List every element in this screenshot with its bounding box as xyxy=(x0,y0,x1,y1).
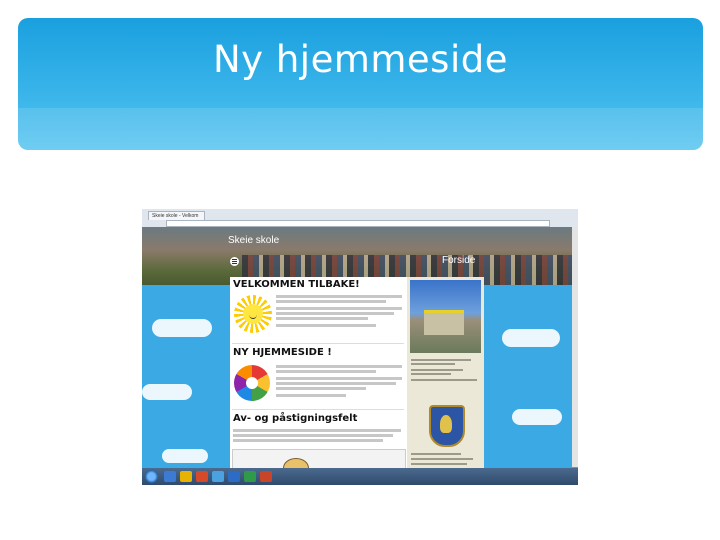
text-line xyxy=(276,317,368,320)
sidebar-text-line xyxy=(411,359,471,361)
divider xyxy=(232,409,404,410)
text-line xyxy=(276,387,366,390)
ie-icon xyxy=(212,471,224,482)
word-icon xyxy=(228,471,240,482)
content-area: VELKOMMEN TILBAKE! NY HJEMMESIDE ! Av- o… xyxy=(230,277,484,485)
main-column: VELKOMMEN TILBAKE! NY HJEMMESIDE ! Av- o… xyxy=(230,277,406,485)
section-heading-new-site: NY HJEMMESIDE ! xyxy=(233,347,332,358)
section-heading-welcome: VELKOMMEN TILBAKE! xyxy=(233,279,360,290)
address-bar xyxy=(166,220,550,227)
cloud-2 xyxy=(142,384,192,400)
browser-tab: Skeie skole - Velkom xyxy=(148,211,205,220)
text-line xyxy=(276,382,396,385)
text-line xyxy=(233,429,401,432)
title-band-sheen xyxy=(18,108,703,150)
website-screenshot: Skeie skole - Velkom Skeie skole Forside… xyxy=(142,209,578,485)
text-line xyxy=(276,300,386,303)
text-line xyxy=(276,295,402,298)
title-band: Ny hjemmeside xyxy=(18,18,703,150)
sun-icon xyxy=(234,295,272,333)
cloud-4 xyxy=(512,409,562,425)
sidebar-text-line xyxy=(411,369,463,371)
text-line xyxy=(276,324,376,327)
text-line xyxy=(276,377,402,380)
folder-icon xyxy=(180,471,192,482)
browser-toolbar: Skeie skole - Velkom xyxy=(142,209,578,228)
cloud-1 xyxy=(152,319,212,337)
colorful-logo-icon xyxy=(234,365,270,401)
cloud-5 xyxy=(162,449,208,463)
sidebar-text-line xyxy=(411,458,473,460)
text-line xyxy=(233,434,393,437)
site-name: Skeie skole xyxy=(228,235,280,246)
excel-icon xyxy=(244,471,256,482)
text-line xyxy=(276,307,402,310)
sidebar-text-line xyxy=(411,463,467,465)
section-heading-dropoff: Av- og påstigningsfelt xyxy=(233,413,358,424)
school-building xyxy=(424,310,464,335)
text-line xyxy=(276,394,346,397)
page-label: Forside xyxy=(442,255,476,266)
cloud-3 xyxy=(502,329,560,347)
text-line xyxy=(276,370,376,373)
sidebar-text-line xyxy=(411,453,461,455)
taskbar xyxy=(142,468,578,485)
text-line xyxy=(276,365,402,368)
text-line xyxy=(233,439,383,442)
coat-of-arms xyxy=(429,405,465,447)
browser-icon xyxy=(164,471,176,482)
slide-title: Ny hjemmeside xyxy=(213,38,508,81)
sidebar xyxy=(407,277,484,485)
text-line xyxy=(276,312,394,315)
scrollbar xyxy=(572,227,578,467)
start-button-icon xyxy=(145,470,158,483)
sidebar-text-line xyxy=(411,373,451,375)
menu-icon xyxy=(230,257,239,266)
divider xyxy=(232,343,404,344)
powerpoint-icon xyxy=(260,471,272,482)
sidebar-text-line xyxy=(411,379,477,381)
media-icon xyxy=(196,471,208,482)
sidebar-text-line xyxy=(411,363,455,365)
school-photo xyxy=(410,280,481,353)
